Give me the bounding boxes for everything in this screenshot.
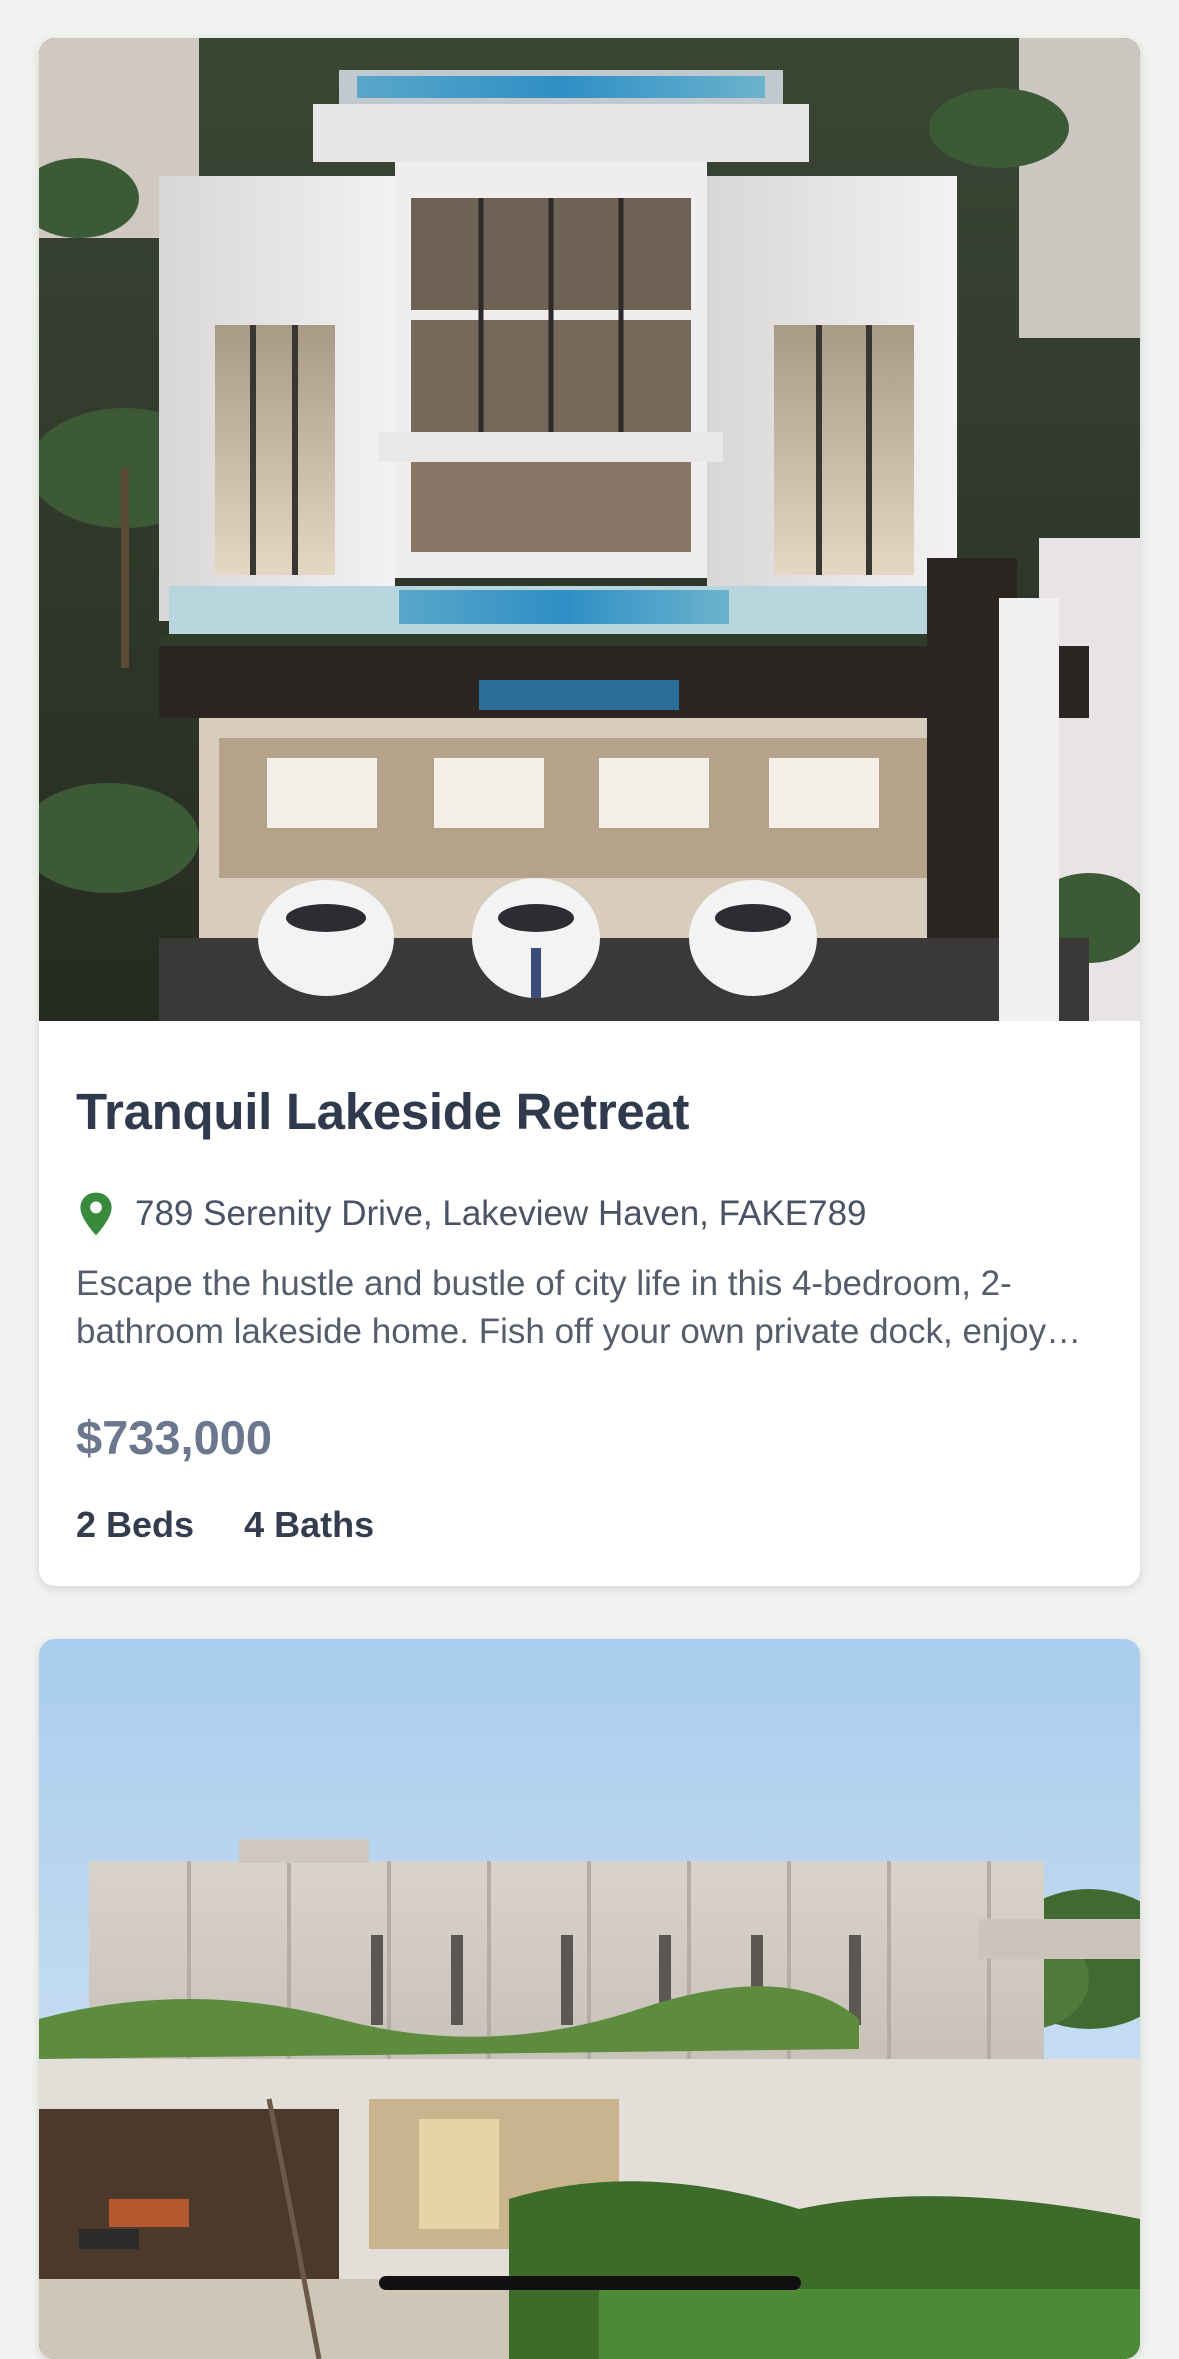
- listing-address: 789 Serenity Drive, Lakeview Haven, FAKE…: [135, 1194, 867, 1233]
- home-indicator[interactable]: [379, 2276, 801, 2290]
- listing-price: $733,000: [76, 1411, 273, 1464]
- listing-card[interactable]: [39, 1639, 1140, 2359]
- baths-count: 4 Baths: [244, 1504, 375, 1545]
- beds-count: 2 Beds: [76, 1504, 195, 1545]
- address-row: 789 Serenity Drive, Lakeview Haven, FAKE…: [76, 1189, 867, 1239]
- listing-specs: 2 Beds 4 Baths: [76, 1504, 374, 1546]
- listing-photo[interactable]: [39, 1639, 1140, 2359]
- map-pin-icon: [80, 1192, 112, 1236]
- listing-photo[interactable]: [39, 38, 1140, 1021]
- listing-description: Escape the hustle and bustle of city lif…: [76, 1264, 1047, 1351]
- listing-card[interactable]: Tranquil Lakeside Retreat 789 Serenity D…: [39, 38, 1140, 1586]
- listing-title[interactable]: Tranquil Lakeside Retreat: [76, 1082, 690, 1141]
